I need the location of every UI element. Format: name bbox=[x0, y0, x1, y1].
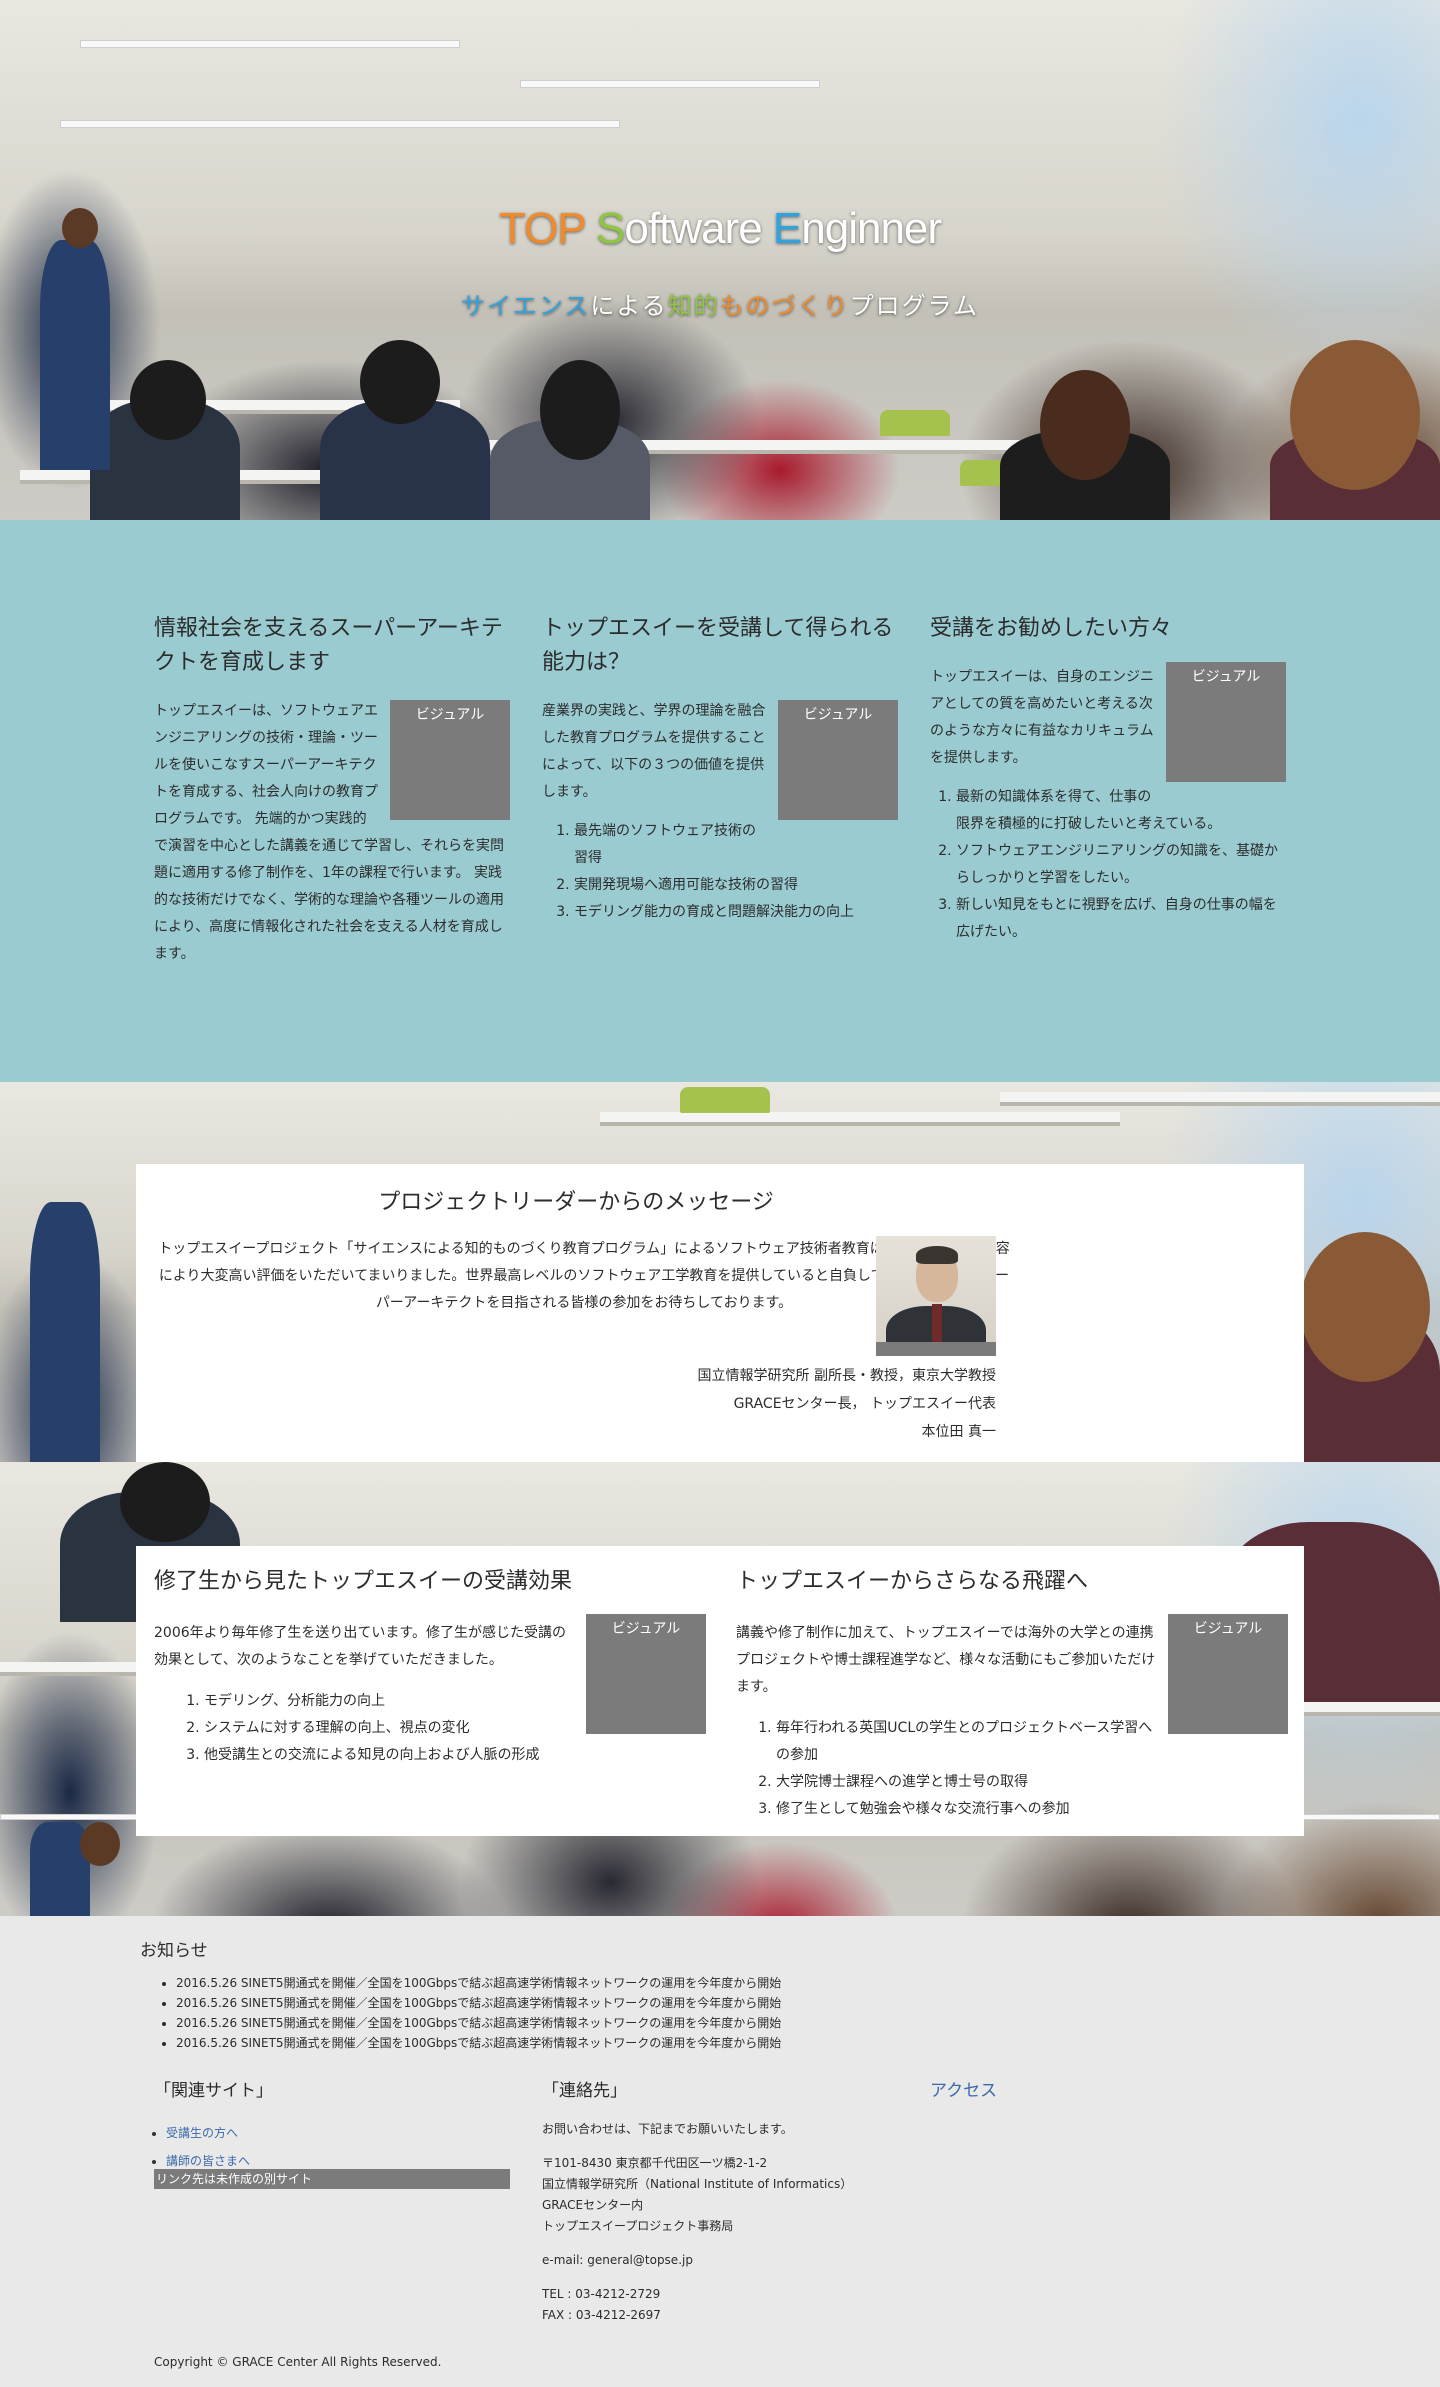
address-line: トップエスイープロジェクト事務局 bbox=[542, 2219, 734, 2233]
link-for-students[interactable]: 受講生の方へ bbox=[166, 2126, 238, 2140]
leader-portrait bbox=[876, 1236, 996, 1356]
contact-intro: お問い合わせは、下記までお願いいたします。 bbox=[542, 2122, 793, 2136]
link-for-lecturers[interactable]: 講師の皆さまへ bbox=[166, 2154, 250, 2168]
contact-tel: TEL : 03-4212-2729 bbox=[542, 2287, 661, 2301]
list-item: 修了生として勉強会や様々な交流行事への参加 bbox=[776, 1796, 1288, 1823]
list-item: 受講生の方へ bbox=[166, 2119, 514, 2147]
visual-placeholder: ビジュアル bbox=[1166, 662, 1286, 782]
student-figure bbox=[1040, 370, 1130, 480]
visual-placeholder: ビジュアル bbox=[390, 700, 510, 820]
intro-column-audience: 受講をお勧めしたい方々 ビジュアル トップエスイーは、自身のエンジニアとしての質… bbox=[930, 612, 1286, 946]
contact-title: 「連絡先」 bbox=[542, 2081, 627, 2101]
abilities-list: 最先端のソフトウェア技術の習得 実開発現場へ適用可能な技術の習得 モデリング能力… bbox=[574, 818, 898, 926]
related-links-list: 受講生の方へ 講師の皆さまへ bbox=[166, 2119, 514, 2175]
news-list: 2016.5.26 SINET5開通式を開催／全国を100Gbpsで結ぶ超高速学… bbox=[176, 1973, 781, 2053]
signature-line: 本位田 真一 bbox=[921, 1424, 996, 1440]
subtitle-part: 知的 bbox=[667, 292, 720, 320]
visual-placeholder: ビジュアル bbox=[586, 1614, 706, 1734]
contact-fax: FAX : 03-4212-2697 bbox=[542, 2308, 661, 2322]
title-part bbox=[585, 204, 596, 253]
news-item[interactable]: 2016.5.26 SINET5開通式を開催／全国を100Gbpsで結ぶ超高速学… bbox=[176, 2033, 781, 2053]
subtitle-part: による bbox=[590, 292, 668, 320]
student-figure bbox=[130, 360, 206, 440]
address-line: 〒101-8430 東京都千代田区一ツ橋2-1-2 bbox=[542, 2156, 768, 2170]
visual-placeholder: ビジュアル bbox=[778, 700, 898, 820]
column-heading: 情報社会を支えるスーパーアーキテクトを育成します bbox=[154, 616, 503, 675]
classroom-desk bbox=[0, 1662, 140, 1676]
student-figure bbox=[40, 240, 110, 470]
column-heading: 修了生から見たトップエスイーの受講効果 bbox=[154, 1569, 573, 1594]
effects-column-next-steps: トップエスイーからさらなる飛躍へ ビジュアル 講義や修了制作に加えて、トップエス… bbox=[736, 1566, 1288, 1823]
list-item: 最先端のソフトウェア技術の習得 bbox=[574, 818, 898, 872]
classroom-desk bbox=[1300, 1702, 1440, 1716]
leader-signature: 国立情報学研究所 副所長・教授，東京大学教授 GRACEセンター長， トップエス… bbox=[698, 1362, 996, 1446]
student-figure bbox=[540, 360, 620, 460]
news-title: お知らせ bbox=[140, 1941, 208, 1961]
intro-section: 情報社会を支えるスーパーアーキテクトを育成します ビジュアル トップエスイーは、… bbox=[0, 520, 1440, 1082]
contact-info: 「連絡先」 お問い合わせは、下記までお願いいたします。 〒101-8430 東京… bbox=[542, 2076, 902, 2326]
column-heading: 受講をお勧めしたい方々 bbox=[930, 616, 1173, 641]
copyright: Copyright © GRACE Center All Rights Rese… bbox=[154, 2355, 442, 2369]
related-sites-title: 「関連サイト」 bbox=[154, 2081, 273, 2101]
student-figure bbox=[30, 1202, 100, 1462]
access-section: アクセス bbox=[930, 2076, 1130, 2119]
effects-card: 修了生から見たトップエスイーの受講効果 ビジュアル 2006年より毎年修了生を送… bbox=[136, 1546, 1304, 1836]
effects-column-graduates: 修了生から見たトップエスイーの受講効果 ビジュアル 2006年より毎年修了生を送… bbox=[154, 1566, 706, 1769]
classroom-chair bbox=[880, 410, 950, 436]
audience-list: 最新の知識体系を得て、仕事の限界を積極的に打破したいと考えている。 ソフトウェア… bbox=[956, 784, 1286, 946]
list-item: 他受講生との交流による知見の向上および人脈の形成 bbox=[204, 1742, 706, 1769]
hero-banner: TOP Software Enginner サイエンスによる知的ものづくりプログ… bbox=[0, 0, 1440, 520]
list-item: モデリング能力の育成と問題解決能力の向上 bbox=[574, 899, 898, 926]
list-item: 新しい知見をもとに視野を広げ、自身の仕事の幅を広げたい。 bbox=[956, 892, 1286, 946]
list-item: 大学院博士課程への進学と博士号の取得 bbox=[776, 1769, 1288, 1796]
news-item[interactable]: 2016.5.26 SINET5開通式を開催／全国を100Gbpsで結ぶ超高速学… bbox=[176, 1993, 781, 2013]
student-figure bbox=[1290, 340, 1420, 490]
student-figure bbox=[80, 1822, 120, 1866]
list-item: ソフトウェアエンジリニアリングの知識を、基礎からしっかりと学習をしたい。 bbox=[956, 838, 1286, 892]
title-part: E bbox=[772, 204, 802, 253]
portrait-tie bbox=[932, 1304, 942, 1344]
related-sites: 「関連サイト」 受講生の方へ 講師の皆さまへ リンク先は未作成の別サイト bbox=[154, 2076, 514, 2189]
site-subtitle: サイエンスによる知的ものづくりプログラム bbox=[0, 286, 1440, 321]
intro-column-abilities: トップエスイーを受講して得られる能力は？ ビジュアル 産業界の実践と、学界の理論… bbox=[542, 612, 898, 926]
access-link[interactable]: アクセス bbox=[930, 2076, 1130, 2101]
site-footer: お知らせ 2016.5.26 SINET5開通式を開催／全国を100Gbpsで結… bbox=[0, 1916, 1440, 2387]
subtitle-part: サイエンス bbox=[461, 292, 591, 320]
title-part: nginner bbox=[801, 204, 942, 253]
column-heading: トップエスイーを受講して得られる能力は？ bbox=[542, 616, 894, 675]
ceiling-light bbox=[520, 80, 820, 88]
leader-message-card: プロジェクトリーダーからのメッセージ トップエスイープロジェクト「サイエンスによ… bbox=[136, 1164, 1304, 1462]
signature-line: GRACEセンター長， トップエスイー代表 bbox=[733, 1396, 996, 1412]
site-title: TOP Software Enginner bbox=[0, 204, 1440, 254]
classroom-desk bbox=[600, 1112, 1120, 1126]
portrait-caption-strip bbox=[876, 1342, 996, 1356]
news-item[interactable]: 2016.5.26 SINET5開通式を開催／全国を100Gbpsで結ぶ超高速学… bbox=[176, 2013, 781, 2033]
list-item: 最新の知識体系を得て、仕事の限界を積極的に打破したいと考えている。 bbox=[956, 784, 1286, 838]
subtitle-part: プログラム bbox=[849, 292, 979, 320]
link-note: リンク先は未作成の別サイト bbox=[154, 2169, 510, 2189]
address-line: GRACEセンター内 bbox=[542, 2198, 644, 2212]
title-part: S bbox=[596, 204, 625, 253]
ceiling-light bbox=[60, 120, 620, 128]
student-figure bbox=[120, 1462, 210, 1542]
ceiling-light bbox=[80, 40, 460, 48]
student-figure bbox=[1300, 1232, 1430, 1382]
news-item[interactable]: 2016.5.26 SINET5開通式を開催／全国を100Gbpsで結ぶ超高速学… bbox=[176, 1973, 781, 1993]
portrait-hair bbox=[916, 1246, 958, 1264]
intro-column-architect: 情報社会を支えるスーパーアーキテクトを育成します ビジュアル トップエスイーは、… bbox=[154, 612, 510, 968]
address-line: 国立情報学研究所（National Institute of Informati… bbox=[542, 2177, 853, 2191]
visual-placeholder: ビジュアル bbox=[1168, 1614, 1288, 1734]
column-heading: トップエスイーからさらなる飛躍へ bbox=[736, 1569, 1089, 1594]
subtitle-part: ものづくり bbox=[719, 292, 850, 320]
title-part: oftware bbox=[624, 204, 773, 253]
classroom-chair bbox=[680, 1087, 770, 1113]
signature-line: 国立情報学研究所 副所長・教授，東京大学教授 bbox=[697, 1368, 996, 1384]
list-item: 実開発現場へ適用可能な技術の習得 bbox=[574, 872, 898, 899]
message-heading: プロジェクトリーダーからのメッセージ bbox=[378, 1190, 774, 1215]
title-part: TOP bbox=[498, 204, 586, 253]
student-figure bbox=[360, 340, 440, 424]
classroom-desk bbox=[1000, 1092, 1440, 1106]
contact-email[interactable]: e-mail: general@topse.jp bbox=[542, 2250, 902, 2271]
